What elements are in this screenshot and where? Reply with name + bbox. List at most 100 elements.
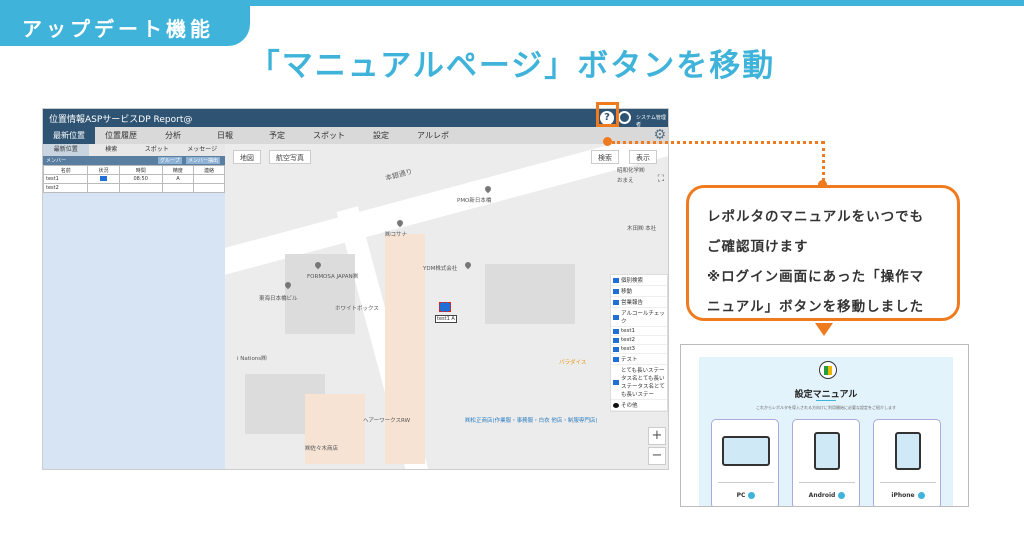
status-cell [87, 183, 120, 193]
map-label: 木田㈱ 本社 [627, 226, 657, 232]
app-titlebar: 位置情報ASPサービスDP Report@ ? システム管理者 [43, 109, 668, 128]
car-icon [99, 175, 107, 181]
col-status[interactable]: 状況 [87, 165, 120, 175]
sub-tabs: 最新位置 検索 スポット メッセージ [43, 144, 225, 156]
member-name[interactable]: test1 [43, 174, 89, 184]
callout-box: レポルタのマニュアルをいつでも ご確認頂けます ※ログイン画面にあった「操作マ … [686, 185, 960, 321]
street-label: 本銀通り [384, 167, 414, 183]
col-contact[interactable]: 連絡 [192, 165, 226, 175]
manual-page-screenshot: 設定マニュアル これからレポルタを導入される方向けに利用開始に必要な設定をご紹介… [680, 344, 969, 507]
map-label: パラダイス [559, 360, 587, 366]
menu-position-history[interactable]: 位置履歴 [95, 127, 147, 144]
legend-item[interactable]: テスト [611, 354, 667, 365]
map-block [485, 264, 575, 324]
member-table: 名前 状況 時間 精度 連絡 test1 08:50 A test2 [43, 165, 226, 193]
col-name[interactable]: 名前 [43, 165, 89, 175]
accuracy-cell [161, 183, 194, 193]
app-screenshot: 位置情報ASPサービスDP Report@ ? システム管理者 最新位置 位置履… [42, 108, 669, 470]
manual-card-label: iPhone [891, 492, 915, 499]
legend-item[interactable]: 個別検索 [611, 275, 667, 286]
legend-icon [613, 337, 619, 343]
map-label: 昭和化学㈱ [617, 168, 645, 174]
map-label: ヘアーワークスRW [363, 418, 411, 424]
vehicle-label[interactable]: test1 A [435, 315, 457, 323]
menu-analysis[interactable]: 分析 [147, 127, 199, 144]
status-legend: 個別検索 移動 営業報告 アルコールチェック test1 test2 test3… [610, 274, 668, 412]
legend-icon [613, 346, 619, 352]
legend-icon [613, 288, 619, 294]
beginner-mark-icon [819, 361, 837, 379]
smartphone-icon [895, 432, 921, 470]
manual-card-iphone[interactable]: iPhone [873, 419, 941, 506]
main-menu: 最新位置 位置履歴 分析 日報 予定 スポット 設定 アルレポ ⚙ [43, 127, 668, 144]
manual-title: 設定マニュアル [794, 390, 858, 400]
legend-item[interactable]: test2 [611, 336, 667, 345]
legend-icon [613, 277, 619, 283]
legend-icon [613, 402, 619, 408]
member-panel-header: メンバー グループ メンバー抽出 [43, 156, 225, 165]
table-row[interactable]: test2 [43, 183, 226, 193]
legend-item[interactable]: アルコールチェック [611, 308, 667, 327]
legend-item[interactable]: test1 [611, 327, 667, 336]
legend-item[interactable]: 営業報告 [611, 297, 667, 308]
map-label: ホワイトボックス [335, 306, 379, 312]
menu-spot[interactable]: スポット [303, 127, 355, 144]
accuracy-cell: A [161, 174, 194, 184]
search-button[interactable]: 検索 [591, 150, 619, 164]
member-header-label: メンバー [46, 158, 67, 164]
table-row[interactable]: test1 08:50 A [43, 174, 226, 184]
fullscreen-icon[interactable]: ⛶ [658, 174, 664, 184]
app-title: 位置情報ASPサービスDP Report@ [49, 115, 193, 125]
col-accuracy[interactable]: 精度 [161, 165, 194, 175]
legend-icon [613, 328, 619, 334]
time-cell: 08:50 [118, 174, 163, 184]
member-name[interactable]: test2 [43, 183, 89, 193]
legend-item[interactable]: とても長いステータス名とても長いステータス名とても長いステー [611, 365, 667, 400]
legend-item[interactable]: test3 [611, 345, 667, 354]
down-arrow-icon [815, 323, 833, 336]
subtab-search[interactable]: 検索 [89, 144, 135, 156]
user-icon[interactable] [618, 111, 631, 124]
map-label: PMO新日本橋 [457, 198, 492, 204]
legend-item[interactable]: その他 [611, 400, 667, 411]
manual-description: これからレポルタを導入される方向けに利用開始に必要な設定をご紹介します [756, 405, 896, 410]
manual-card-pc[interactable]: PC [711, 419, 779, 506]
zoom-out-button[interactable]: − [648, 447, 666, 465]
user-name[interactable]: システム管理者 [636, 114, 668, 128]
subtab-message[interactable]: メッセージ [180, 144, 226, 156]
smartphone-icon [814, 432, 840, 470]
legend-icon [613, 314, 619, 320]
member-export-button[interactable]: メンバー抽出 [186, 157, 221, 164]
manual-card-label: Android [808, 492, 836, 499]
manual-card-android[interactable]: Android [792, 419, 860, 506]
laptop-icon [722, 436, 770, 466]
contact-cell [192, 183, 226, 193]
menu-latest-position[interactable]: 最新位置 [43, 127, 95, 144]
subtab-spot[interactable]: スポット [134, 144, 180, 156]
subtab-latest[interactable]: 最新位置 [43, 144, 89, 156]
aerial-view-button[interactable]: 航空写真 [269, 150, 311, 164]
map-area[interactable]: 地図 航空写真 検索 表示 ⛶ 本銀通り PMO新日本橋 ㈱コサナ YDM株式会… [225, 144, 668, 469]
help-button-highlight [596, 102, 619, 127]
manual-page: 設定マニュアル これからレポルタを導入される方向けに利用開始に必要な設定をご紹介… [699, 357, 953, 506]
menu-daily-report[interactable]: 日報 [199, 127, 251, 144]
vehicle-marker[interactable] [439, 302, 451, 312]
map-label: ㈱コサナ [385, 232, 408, 238]
legend-icon [613, 356, 619, 362]
legend-item[interactable]: 移動 [611, 286, 667, 297]
col-time[interactable]: 時間 [118, 165, 163, 175]
menu-settings[interactable]: 設定 [355, 127, 407, 144]
connector-dot [603, 137, 612, 146]
menu-alreport[interactable]: アルレポ [407, 127, 459, 144]
contact-cell [192, 174, 226, 184]
menu-schedule[interactable]: 予定 [251, 127, 303, 144]
map-label: 東海日本橋ビル [259, 296, 298, 302]
status-cell [87, 174, 120, 184]
callout-line: ご確認頂けます [707, 239, 809, 255]
zoom-in-button[interactable]: + [648, 427, 666, 445]
show-button[interactable]: 表示 [629, 150, 657, 164]
group-button[interactable]: グループ [158, 157, 182, 164]
callout-line: ニュアル」ボタンを移動しました [707, 299, 925, 315]
map-view-button[interactable]: 地図 [233, 150, 261, 164]
manual-card-label: PC [736, 492, 746, 499]
